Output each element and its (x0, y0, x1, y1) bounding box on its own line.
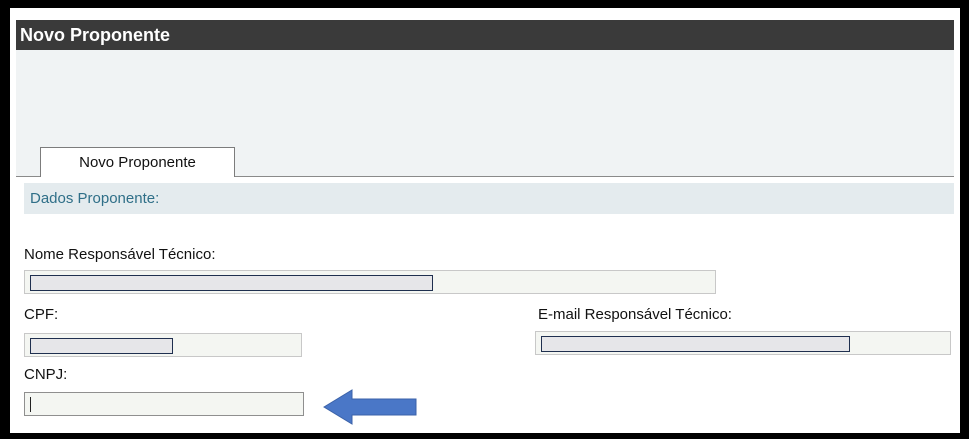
email-responsavel-value (541, 336, 850, 352)
text-cursor (30, 397, 31, 412)
nome-responsavel-label: Nome Responsável Técnico: (24, 246, 216, 263)
email-responsavel-input[interactable] (535, 331, 951, 355)
form-window: Novo Proponente Novo Proponente Dados Pr… (10, 8, 960, 433)
cpf-label: CPF: (24, 306, 59, 323)
nome-responsavel-input[interactable] (24, 270, 716, 294)
tab-label: Novo Proponente (79, 154, 196, 171)
left-arrow-icon (323, 389, 417, 425)
email-responsavel-label: E-mail Responsável Técnico: (538, 306, 732, 323)
cpf-value (30, 338, 173, 354)
cpf-input[interactable] (24, 333, 302, 357)
nome-responsavel-value (30, 275, 433, 291)
window-title: Novo Proponente (16, 20, 954, 50)
tab-novo-proponente[interactable]: Novo Proponente (40, 147, 235, 177)
cnpj-input[interactable] (24, 392, 304, 416)
cnpj-label: CNPJ: (24, 366, 68, 383)
section-header: Dados Proponente: (24, 183, 954, 214)
